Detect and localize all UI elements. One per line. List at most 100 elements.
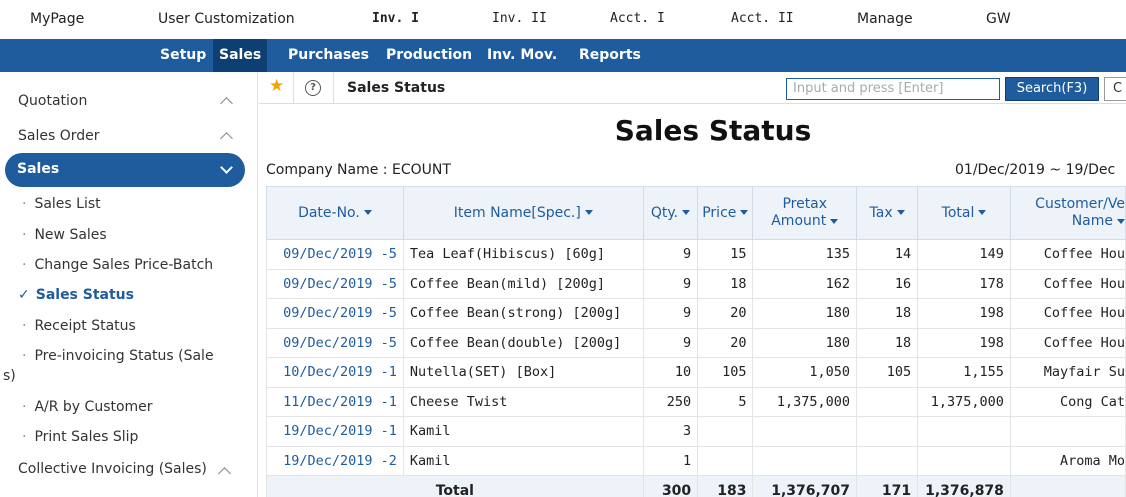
column-header-total[interactable]: Total	[917, 186, 1011, 240]
help-icon[interactable]: ?	[305, 80, 321, 96]
star-icon[interactable]: ★	[269, 76, 284, 96]
column-header-price[interactable]: Price	[697, 186, 754, 240]
cell-item-name: Coffee Bean(strong) [200g]	[402, 298, 644, 329]
table-row[interactable]: 10/Dec/2019 -1 Nutella(SET) [Box] 10 105…	[266, 357, 1126, 388]
cell-qty: 9	[642, 268, 699, 299]
cell-total: 149	[917, 239, 1011, 270]
table-row[interactable]: 09/Dec/2019 -5 Tea Leaf(Hibiscus) [60g] …	[266, 239, 1126, 270]
cell-date-no[interactable]: 11/Dec/2019 -1	[266, 386, 404, 417]
cell-price: 15	[697, 239, 754, 270]
column-header-item-name[interactable]: Item Name[Spec.]	[402, 186, 644, 240]
bullet-icon: ·	[22, 257, 27, 273]
cell-customer: Coffee Hou	[1009, 298, 1126, 329]
cell-customer: Coffee Hou	[1009, 239, 1126, 270]
nav-gw[interactable]: GW	[986, 11, 1011, 27]
sidebar-item-print-sales-slip[interactable]: · Print Sales Slip	[22, 429, 138, 445]
cell-total: 198	[917, 327, 1011, 358]
cell-item-name: Coffee Bean(mild) [200g]	[402, 268, 644, 299]
column-header-pretax-amount[interactable]: Pretax Amount	[752, 186, 858, 240]
page-title: Sales Status	[347, 80, 446, 96]
table-row[interactable]: 09/Dec/2019 -5 Coffee Bean(double) [200g…	[266, 327, 1126, 358]
nav-inv-2[interactable]: Inv. II	[492, 11, 547, 26]
nav-mypage[interactable]: MyPage	[30, 11, 84, 27]
search-input[interactable]: Input and press [Enter]	[786, 78, 1000, 100]
cell-price	[697, 416, 754, 447]
nav-manage[interactable]: Manage	[857, 11, 913, 27]
cell-tax: 18	[856, 327, 919, 358]
column-header-qty[interactable]: Qty.	[642, 186, 699, 240]
sidebar-section-quotation[interactable]: Quotation	[18, 93, 87, 109]
subnav-purchases[interactable]: Purchases	[288, 39, 369, 72]
sidebar-item-receipt-status[interactable]: · Receipt Status	[22, 318, 136, 334]
nav-acct-2[interactable]: Acct. II	[731, 11, 794, 26]
sidebar: Quotation Sales Order Sales · Sales List …	[0, 72, 258, 497]
chevron-up-icon[interactable]	[220, 132, 233, 145]
cell-qty: 10	[642, 357, 699, 388]
sidebar-section-sales-order[interactable]: Sales Order	[18, 128, 100, 144]
cell-date-no[interactable]: 19/Dec/2019 -2	[266, 445, 404, 476]
table-row[interactable]: 19/Dec/2019 -1 Kamil 3	[266, 416, 1126, 447]
sidebar-item-sales-status[interactable]: ✓ Sales Status	[18, 287, 134, 303]
sidebar-item-new-sales[interactable]: · New Sales	[22, 227, 107, 243]
cell-item-name: Cheese Twist	[402, 386, 644, 417]
cell-item-name: Nutella(SET) [Box]	[402, 357, 644, 388]
cell-pretax-amount: 180	[752, 327, 858, 358]
table-row[interactable]: 09/Dec/2019 -5 Coffee Bean(strong) [200g…	[266, 298, 1126, 329]
column-header-tax[interactable]: Tax	[856, 186, 919, 240]
cell-pretax-amount	[752, 445, 858, 476]
subnav-reports[interactable]: Reports	[579, 39, 641, 72]
subnav-production[interactable]: Production	[386, 39, 472, 72]
sidebar-item-sales-list[interactable]: · Sales List	[22, 196, 101, 212]
cell-total	[917, 445, 1011, 476]
nav-acct-1[interactable]: Acct. I	[610, 11, 665, 26]
nav-user-customization[interactable]: User Customization	[158, 11, 295, 27]
bullet-icon: ·	[22, 399, 27, 415]
column-header-date-no[interactable]: Date-No.	[266, 186, 404, 240]
sidebar-item-change-sales-price-batch[interactable]: · Change Sales Price-Batch	[22, 257, 213, 273]
table-row[interactable]: 19/Dec/2019 -2 Kamil 1 Aroma Mo	[266, 445, 1126, 476]
sort-down-icon	[363, 210, 372, 215]
cell-date-no[interactable]: 19/Dec/2019 -1	[266, 416, 404, 447]
sidebar-section-sales[interactable]: Sales	[5, 153, 245, 187]
sort-down-icon	[978, 210, 987, 215]
bullet-icon: ·	[22, 227, 27, 243]
cell-price: 105	[697, 357, 754, 388]
total-customer	[1009, 475, 1126, 497]
divider	[293, 72, 294, 104]
subnav-inv-mov[interactable]: Inv. Mov.	[487, 39, 557, 72]
sidebar-item-ar-by-customer[interactable]: · A/R by Customer	[22, 399, 153, 415]
cell-date-no[interactable]: 09/Dec/2019 -5	[266, 239, 404, 270]
company-name: Company Name : ECOUNT	[266, 162, 451, 178]
total-price: 183	[697, 475, 754, 497]
subnav-setup[interactable]: Setup	[160, 39, 206, 72]
cell-qty: 9	[642, 239, 699, 270]
cell-customer: Coffee Hou	[1009, 268, 1126, 299]
sidebar-section-collective-invoicing[interactable]: Collective Invoicing (Sales)	[18, 461, 207, 477]
subnav-sales[interactable]: Sales	[213, 39, 268, 72]
chevron-up-icon[interactable]	[218, 467, 231, 480]
chevron-up-icon[interactable]	[220, 97, 233, 110]
table-row[interactable]: 11/Dec/2019 -1 Cheese Twist 250 5 1,375,…	[266, 386, 1126, 417]
cell-date-no[interactable]: 10/Dec/2019 -1	[266, 357, 404, 388]
search-button[interactable]: Search(F3)	[1005, 77, 1099, 101]
cell-price: 18	[697, 268, 754, 299]
bullet-icon: ·	[22, 348, 27, 364]
cell-qty: 1	[642, 445, 699, 476]
sidebar-item-pre-invoicing-status[interactable]: · Pre-invoicing Status (Sale	[22, 348, 214, 364]
top-nav: MyPage User Customization Inv. I Inv. II…	[0, 0, 1126, 39]
sidebar-item-pre-invoicing-status-wrap[interactable]: s)	[3, 368, 16, 384]
cell-date-no[interactable]: 09/Dec/2019 -5	[266, 268, 404, 299]
cell-tax	[856, 416, 919, 447]
chevron-down-icon	[220, 161, 233, 174]
cell-qty: 9	[642, 298, 699, 329]
secondary-button[interactable]: C	[1104, 77, 1126, 101]
nav-inv-1[interactable]: Inv. I	[372, 11, 419, 26]
sales-status-table: Date-No. Item Name[Spec.] Qty. Price Pre…	[266, 186, 1126, 497]
cell-pretax-amount: 1,050	[752, 357, 858, 388]
column-header-customer-name[interactable]: Customer/Ve Name	[1009, 186, 1126, 240]
table-row[interactable]: 09/Dec/2019 -5 Coffee Bean(mild) [200g] …	[266, 268, 1126, 299]
cell-date-no[interactable]: 09/Dec/2019 -5	[266, 298, 404, 329]
cell-date-no[interactable]: 09/Dec/2019 -5	[266, 327, 404, 358]
sidebar-section-sales-label: Sales	[17, 161, 60, 177]
cell-total: 198	[917, 298, 1011, 329]
